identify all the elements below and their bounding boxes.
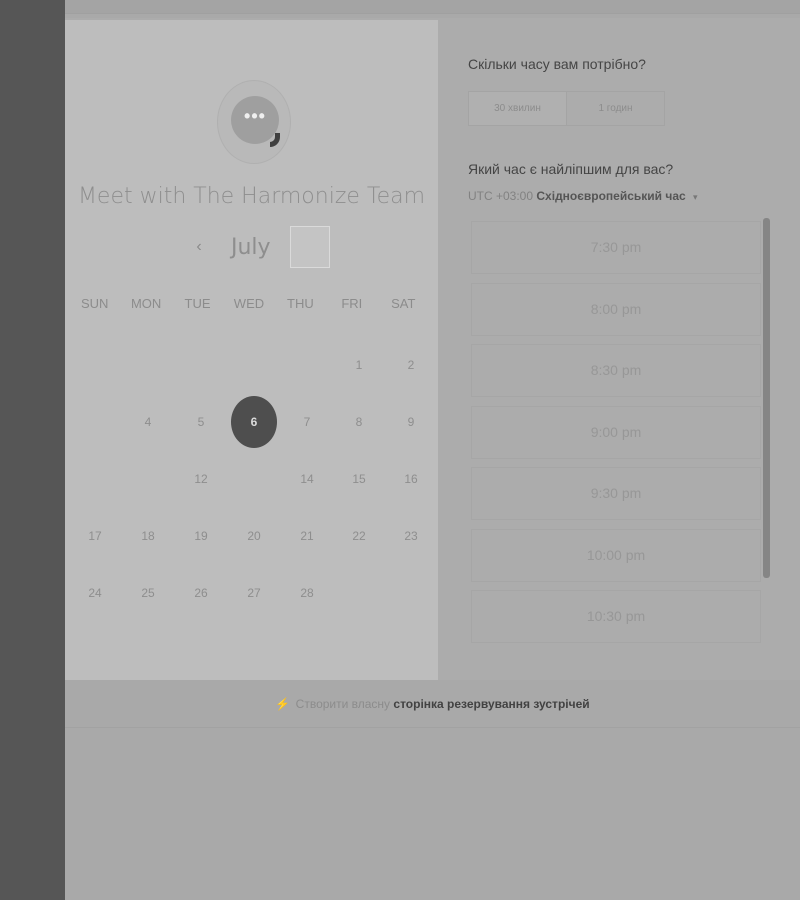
- weekday-header: SUN MON TUE WED THU FRI SAT: [69, 296, 429, 311]
- time-slot[interactable]: 10:30 pm: [471, 590, 761, 643]
- booking-card: ••• Meet with The Harmonize Team ‹ July …: [65, 18, 800, 680]
- time-slot[interactable]: 10:00 pm: [471, 528, 761, 582]
- calendar-day[interactable]: 1: [339, 345, 379, 385]
- calendar-day[interactable]: 4: [128, 402, 168, 442]
- month-nav: ‹ July: [65, 226, 438, 270]
- duration-question: Скільки часу вам потрібно?: [468, 56, 646, 72]
- calendar-day[interactable]: 14: [287, 459, 327, 499]
- footer: ⚡ Створити власну сторінка резервування …: [65, 680, 800, 728]
- calendar-day[interactable]: 22: [339, 516, 379, 556]
- next-month-button[interactable]: [290, 226, 330, 268]
- lightning-icon: ⚡: [275, 697, 291, 711]
- timezone-selector[interactable]: UTC +03:00 Східноєвропейський час ▾: [468, 189, 698, 203]
- calendar-day[interactable]: 23: [391, 516, 431, 556]
- weekday-label: TUE: [184, 296, 211, 311]
- calendar-day[interactable]: 18: [128, 516, 168, 556]
- calendar-day[interactable]: 5: [181, 402, 221, 442]
- calendar-day[interactable]: 27: [234, 573, 274, 613]
- calendar-day-selected[interactable]: 6: [231, 396, 277, 448]
- calendar-day[interactable]: 19: [181, 516, 221, 556]
- calendar-day[interactable]: 8: [339, 402, 379, 442]
- weekday-label: THU: [287, 296, 314, 311]
- left-side-strip: [0, 0, 65, 900]
- weekday-label: SUN: [80, 296, 109, 311]
- calendar-day[interactable]: 2: [391, 345, 431, 385]
- chat-bubble-icon: •••: [244, 106, 266, 126]
- calendar-day[interactable]: 20: [234, 516, 274, 556]
- chevron-down-icon: ▾: [693, 192, 698, 202]
- prev-month-button[interactable]: ‹: [191, 236, 207, 258]
- calendar-day[interactable]: 25: [128, 573, 168, 613]
- time-question: Який час є найліпшим для вас?: [468, 161, 674, 177]
- footer-link[interactable]: сторінка резервування зустрічей: [393, 697, 589, 711]
- time-slot[interactable]: 8:30 pm: [471, 344, 761, 397]
- calendar-day[interactable]: 28: [287, 573, 327, 613]
- footer-prefix: Створити власну: [295, 697, 391, 711]
- time-slot[interactable]: 9:00 pm: [471, 405, 761, 459]
- time-slot[interactable]: 7:30 pm: [471, 221, 761, 274]
- duration-option-1hour[interactable]: 1 годин: [566, 92, 664, 125]
- calendar-day[interactable]: 15: [339, 459, 379, 499]
- weekday-label: MON: [130, 296, 162, 311]
- calendar-panel: ••• Meet with The Harmonize Team ‹ July …: [65, 20, 438, 680]
- time-slot[interactable]: 9:30 pm: [471, 467, 761, 520]
- month-label: July: [231, 235, 271, 260]
- duration-option-30min[interactable]: 30 хвилин: [469, 92, 566, 125]
- top-bar: [65, 0, 800, 14]
- weekday-label: FRI: [341, 296, 363, 311]
- weekday-label: SAT: [391, 296, 416, 311]
- page-title: Meet with The Harmonize Team: [77, 184, 426, 209]
- calendar-day[interactable]: 7: [287, 402, 327, 442]
- calendar-day[interactable]: 12: [181, 459, 221, 499]
- timezone-name: Східноєвропейський час: [536, 189, 686, 203]
- calendar-day[interactable]: 26: [181, 573, 221, 613]
- calendar-day[interactable]: 24: [75, 573, 115, 613]
- calendar-day[interactable]: 17: [75, 516, 115, 556]
- options-panel: Скільки часу вам потрібно? 30 хвилин 1 г…: [465, 18, 800, 680]
- calendar-day[interactable]: 9: [391, 402, 431, 442]
- weekday-label: WED: [233, 296, 265, 311]
- time-slot[interactable]: 8:00 pm: [471, 282, 761, 336]
- timezone-offset: UTC +03:00: [468, 189, 534, 203]
- scrollbar[interactable]: [763, 218, 770, 578]
- calendar-day[interactable]: 21: [287, 516, 327, 556]
- time-slot-list: 7:30 pm 8:00 pm 8:30 pm 9:00 pm 9:30 pm 10:00…: [471, 218, 761, 648]
- calendar-day[interactable]: 16: [391, 459, 431, 499]
- duration-selector: 30 хвилин 1 годин: [468, 91, 665, 126]
